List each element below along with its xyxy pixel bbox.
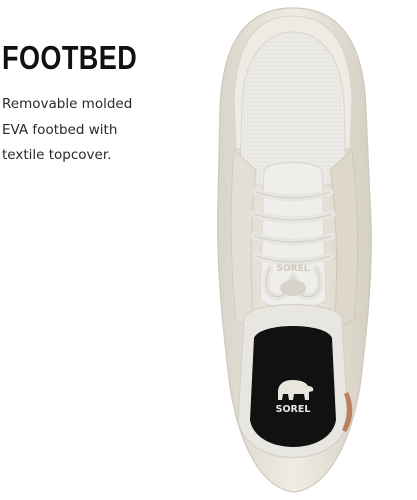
feature-title: FOOTBED (2, 39, 138, 76)
product-feature-panel: FOOTBED Removable molded EVA footbed wit… (0, 0, 417, 500)
tongue-logo-text: SOREL (277, 264, 310, 274)
feature-description-line: Removable molded (2, 96, 133, 112)
feature-description: Removable molded EVA footbed with textil… (2, 92, 172, 169)
polar-bear-icon (280, 280, 306, 296)
feature-description-line: textile topcover. (2, 147, 112, 163)
shoe-product-image: SOREL SOREL (170, 0, 417, 500)
insole-logo-text: SOREL (276, 404, 311, 415)
feature-description-line: EVA footbed with (2, 121, 118, 138)
